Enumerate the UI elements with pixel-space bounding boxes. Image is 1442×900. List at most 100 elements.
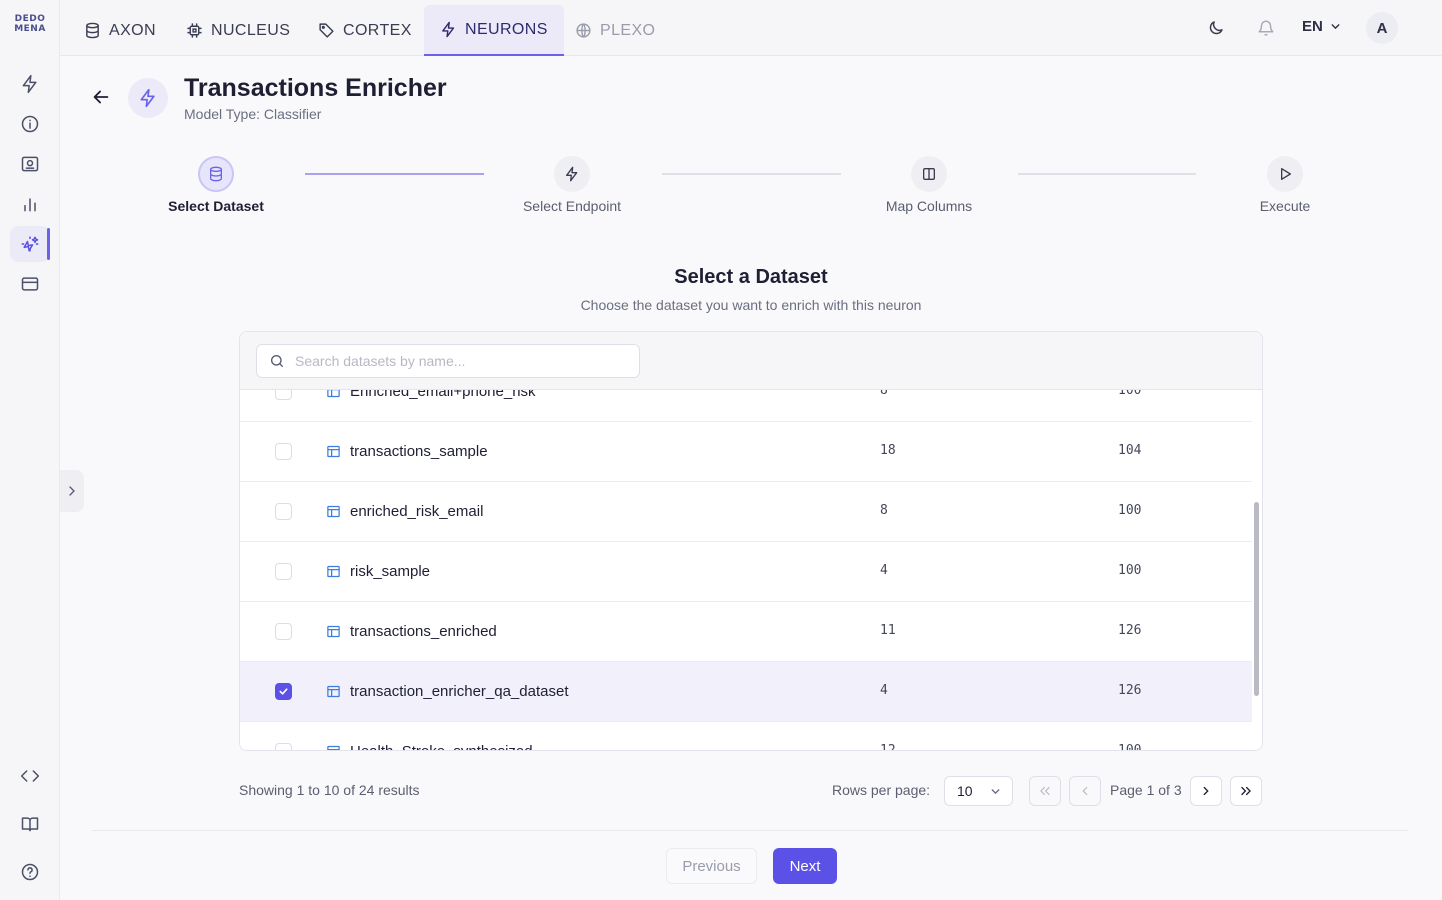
tab-label: CORTEX: [343, 21, 412, 39]
avatar-initial: A: [1376, 19, 1388, 37]
table-icon: [327, 505, 340, 518]
dataset-rows: 126: [1118, 623, 1142, 638]
sidebar-item-billing[interactable]: [10, 266, 50, 302]
next-page-button[interactable]: [1190, 776, 1222, 806]
help-icon: [21, 863, 39, 881]
notifications-button[interactable]: [1252, 14, 1280, 42]
chip-icon: [187, 23, 202, 38]
dataset-rows: 100: [1118, 503, 1142, 518]
dataset-rows: 126: [1118, 683, 1142, 698]
sidebar-item-analytics[interactable]: [10, 186, 50, 222]
logo-line-2: MENA: [14, 24, 46, 34]
language-label: EN: [1302, 18, 1323, 35]
moon-icon: [1209, 21, 1223, 35]
step-select-dataset[interactable]: [198, 156, 234, 192]
logo-line-1: DEDO: [14, 14, 46, 24]
step-map-columns[interactable]: [911, 156, 947, 192]
chevron-down-icon: [991, 788, 1000, 794]
check-icon: [279, 688, 288, 695]
bar-chart-icon: [24, 198, 36, 212]
globe-icon: [576, 23, 591, 38]
table-row[interactable]: Health_Stroke_synthesized 12 100: [240, 722, 1252, 751]
book-icon: [21, 817, 39, 832]
table-toolbar: [240, 332, 1262, 390]
sidebar-item-scan[interactable]: [10, 146, 50, 182]
bolt-icon: [140, 88, 155, 108]
sidebar-item-docs[interactable]: [10, 806, 50, 842]
table-icon: [327, 745, 340, 750]
row-checkbox[interactable]: [275, 563, 292, 580]
sparkles-icon: [21, 236, 39, 252]
sidebar-item-info[interactable]: [10, 106, 50, 142]
dataset-columns: 18: [880, 443, 896, 458]
tab-cortex[interactable]: CORTEX: [302, 5, 428, 56]
chevron-down-icon: [1331, 24, 1340, 30]
table-row[interactable]: risk_sample 4 100: [240, 542, 1252, 602]
dataset-columns: 11: [880, 623, 896, 638]
first-page-button[interactable]: [1029, 776, 1061, 806]
row-checkbox-checked[interactable]: [275, 683, 292, 700]
step-label-map-columns: Map Columns: [885, 198, 973, 214]
previous-button[interactable]: Previous: [666, 848, 757, 884]
sidebar-item-help[interactable]: [10, 854, 50, 890]
table-row-selected[interactable]: transaction_enricher_qa_dataset 4 126: [240, 662, 1252, 722]
theme-toggle-button[interactable]: [1202, 14, 1230, 42]
row-checkbox[interactable]: [275, 623, 292, 640]
table-icon: [327, 685, 340, 698]
rows-per-page-select[interactable]: 10: [944, 776, 1013, 806]
neuron-type-icon: [128, 78, 168, 118]
table-scrollbar-thumb[interactable]: [1254, 502, 1259, 696]
chevron-right-icon: [69, 486, 75, 496]
dataset-columns: 4: [880, 683, 888, 698]
footer-divider: [92, 830, 1408, 831]
back-button[interactable]: [90, 86, 112, 108]
row-checkbox[interactable]: [275, 443, 292, 460]
language-selector[interactable]: EN: [1302, 18, 1342, 35]
search-icon: [271, 355, 283, 367]
step-execute[interactable]: [1267, 156, 1303, 192]
table-icon: [327, 625, 340, 638]
dataset-name: transactions_enriched: [350, 623, 497, 640]
sidebar-expand-toggle[interactable]: [60, 470, 84, 512]
step-select-endpoint[interactable]: [554, 156, 590, 192]
brand-logo[interactable]: DEDO MENA: [0, 14, 60, 34]
step-connector-2: [662, 173, 841, 175]
section-title: Select a Dataset: [674, 266, 828, 288]
avatar[interactable]: A: [1366, 12, 1398, 44]
dataset-table: Enriched_email+phone_risk 8 100 transact…: [239, 331, 1263, 751]
table-row[interactable]: transactions_enriched 11 126: [240, 602, 1252, 662]
card-icon: [21, 277, 39, 291]
last-page-button[interactable]: [1230, 776, 1262, 806]
next-button[interactable]: Next: [773, 848, 837, 884]
dataset-columns: 12: [880, 743, 896, 751]
previous-page-button[interactable]: [1069, 776, 1101, 806]
tab-neurons[interactable]: NEURONS: [424, 5, 564, 56]
columns-icon: [923, 168, 935, 180]
dataset-rows: 100: [1118, 743, 1142, 751]
table-row[interactable]: transactions_sample 18 104: [240, 422, 1252, 482]
tab-label: PLEXO: [600, 21, 656, 39]
tag-icon: [319, 23, 334, 38]
step-connector-3: [1018, 173, 1196, 175]
sidebar-item-developer[interactable]: [10, 758, 50, 794]
page-indicator: Page 1 of 3: [1110, 782, 1182, 798]
top-navigation: AXON NUCLEUS CORTEX NEURONS PLEXO EN A: [60, 0, 1442, 56]
row-checkbox[interactable]: [275, 743, 292, 750]
row-checkbox[interactable]: [275, 503, 292, 520]
dataset-name: enriched_risk_email: [350, 503, 484, 520]
sidebar-item-neurons[interactable]: [10, 226, 50, 262]
search-input[interactable]: [295, 353, 615, 369]
table-row[interactable]: enriched_risk_email 8 100: [240, 482, 1252, 542]
tab-label: NUCLEUS: [211, 21, 291, 39]
sidebar-item-bolt[interactable]: [10, 66, 50, 102]
rows-per-page-value: 10: [957, 783, 973, 799]
table-icon: [327, 445, 340, 458]
tab-nucleus[interactable]: NUCLEUS: [170, 5, 306, 56]
tab-plexo[interactable]: PLEXO: [559, 5, 671, 56]
info-icon: [21, 115, 39, 133]
left-sidebar: DEDO MENA: [0, 0, 60, 900]
code-icon: [20, 770, 40, 782]
chevron-left-icon: [1082, 786, 1088, 796]
tab-axon[interactable]: AXON: [68, 5, 172, 56]
arrow-left-icon: [93, 90, 109, 104]
